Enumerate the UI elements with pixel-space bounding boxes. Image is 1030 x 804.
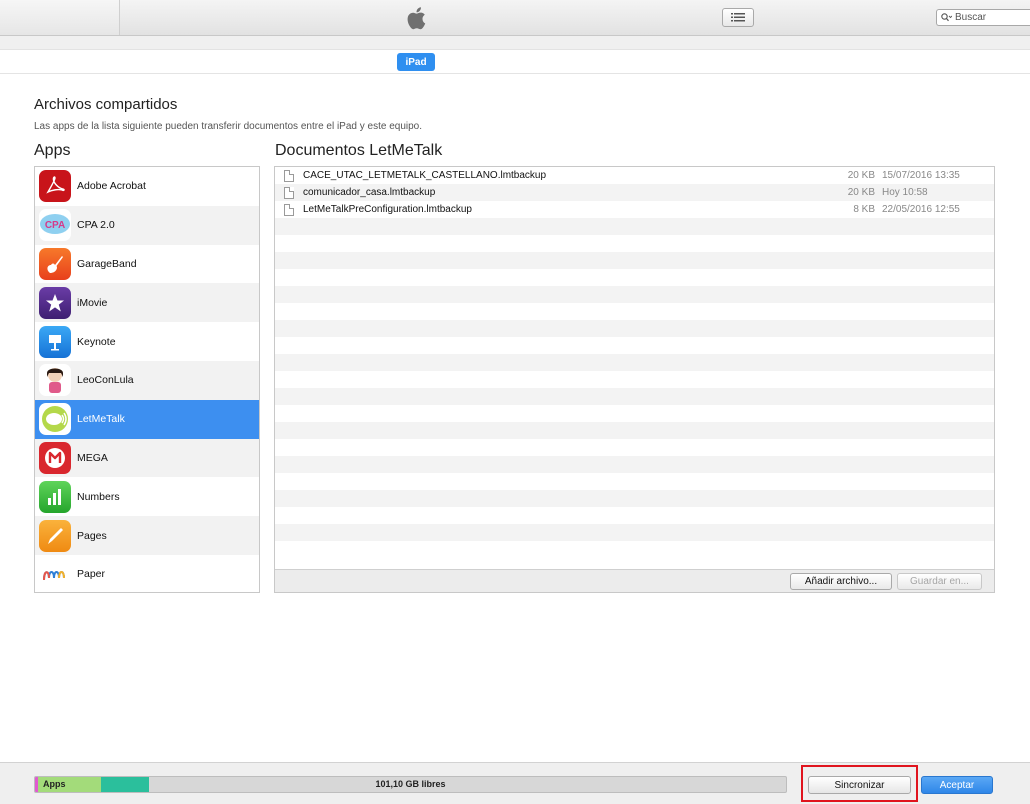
keynote-icon [39, 325, 71, 358]
numbers-icon [39, 480, 71, 513]
empty-row [275, 235, 994, 252]
list-view-button[interactable] [722, 8, 754, 27]
documents-footer: Añadir archivo... Guardar en... [275, 569, 994, 592]
empty-row [275, 507, 994, 524]
document-row[interactable]: CACE_UTAC_LETMETALK_CASTELLANO.lmtbackup… [275, 167, 994, 184]
search-field[interactable]: Buscar [936, 9, 1030, 26]
app-label: Paper [77, 568, 106, 581]
documents-list: CACE_UTAC_LETMETALK_CASTELLANO.lmtbackup… [275, 167, 994, 571]
app-label: LetMeTalk [77, 413, 125, 426]
documents-panel: CACE_UTAC_LETMETALK_CASTELLANO.lmtbackup… [274, 166, 995, 593]
empty-row [275, 354, 994, 371]
imovie-icon [39, 286, 71, 319]
app-item-adobe-acrobat[interactable]: Adobe Acrobat [35, 167, 259, 206]
document-date: Hoy 10:58 [882, 187, 928, 198]
app-label: CPA 2.0 [77, 219, 115, 232]
add-file-button[interactable]: Añadir archivo... [790, 573, 892, 590]
empty-row [275, 286, 994, 303]
empty-row [275, 303, 994, 320]
app-item-keynote[interactable]: Keynote [35, 322, 259, 361]
cpa-icon: CPA [39, 209, 71, 242]
app-list: Adobe Acrobat CPA CPA 2.0 GarageBand iMo… [34, 166, 260, 593]
adobe-acrobat-icon [39, 170, 71, 203]
empty-row [275, 473, 994, 490]
file-icon [284, 203, 294, 216]
app-item-imovie[interactable]: iMovie [35, 283, 259, 323]
apple-logo-icon [407, 7, 426, 30]
page-subtitle: Las apps de la lista siguiente pueden tr… [34, 121, 423, 132]
document-size: 8 KB [853, 204, 875, 215]
leoconlula-icon [39, 364, 71, 397]
app-label: LeoConLula [77, 374, 134, 387]
mega-icon [39, 441, 71, 474]
empty-row [275, 524, 994, 541]
document-date: 15/07/2016 13:35 [882, 170, 960, 181]
sync-button[interactable]: Sincronizar [808, 776, 911, 794]
empty-row [275, 269, 994, 286]
app-label: Keynote [77, 335, 116, 348]
empty-row [275, 456, 994, 473]
document-name: CACE_UTAC_LETMETALK_CASTELLANO.lmtbackup [303, 170, 547, 181]
app-label: MEGA [77, 451, 108, 464]
paper-icon [39, 558, 71, 591]
empty-row [275, 388, 994, 405]
empty-row [275, 490, 994, 507]
document-row[interactable]: comunicador_casa.lmtbackup 20 KB Hoy 10:… [275, 184, 994, 201]
app-item-numbers[interactable]: Numbers [35, 477, 259, 516]
app-item-pages[interactable]: Pages [35, 516, 259, 555]
documents-heading: Documentos LetMeTalk [275, 142, 443, 159]
empty-row [275, 371, 994, 388]
empty-row [275, 337, 994, 354]
app-label: GarageBand [77, 257, 137, 270]
app-item-letmetalk[interactable]: LetMeTalk [35, 399, 259, 439]
app-item-paper[interactable]: Paper [35, 555, 259, 592]
document-row[interactable]: LetMeTalkPreConfiguration.lmtbackup 8 KB… [275, 201, 994, 218]
empty-row [275, 439, 994, 456]
file-icon [284, 169, 294, 182]
search-icon [941, 13, 952, 22]
pages-icon [39, 519, 71, 552]
page-title: Archivos compartidos [34, 96, 178, 113]
accept-button[interactable]: Aceptar [921, 776, 993, 794]
empty-row [275, 541, 994, 558]
storage-bar: Apps 101,10 GB libres [34, 776, 787, 793]
empty-row [275, 252, 994, 269]
device-row: iPad [0, 50, 1030, 74]
document-name: comunicador_casa.lmtbackup [303, 187, 436, 198]
document-size: 20 KB [847, 187, 875, 198]
app-label: Adobe Acrobat [77, 180, 146, 193]
list-icon [731, 13, 745, 22]
app-item-garageband[interactable]: GarageBand [35, 245, 259, 284]
subbar [0, 36, 1030, 50]
empty-row [275, 405, 994, 422]
save-to-button[interactable]: Guardar en... [897, 573, 982, 590]
bottom-bar: Apps 101,10 GB libres Sincronizar Acepta… [0, 762, 1030, 804]
device-tab-ipad[interactable]: iPad [397, 53, 435, 71]
document-name: LetMeTalkPreConfiguration.lmtbackup [303, 204, 472, 215]
app-item-cpa[interactable]: CPA CPA 2.0 [35, 205, 259, 245]
toolbar: Buscar [0, 0, 1030, 36]
svg-text:CPA: CPA [45, 220, 65, 231]
app-item-mega[interactable]: MEGA [35, 438, 259, 478]
empty-row [275, 422, 994, 439]
storage-free-label: 101,10 GB libres [375, 779, 446, 789]
garageband-icon [39, 247, 71, 280]
app-label: Pages [77, 529, 107, 542]
apps-heading: Apps [34, 142, 71, 159]
letmetalk-icon [39, 403, 71, 436]
search-placeholder: Buscar [955, 12, 987, 23]
file-icon [284, 186, 294, 199]
toolbar-playback-area [0, 0, 120, 35]
empty-row [275, 218, 994, 235]
document-date: 22/05/2016 12:55 [882, 204, 960, 215]
document-size: 20 KB [847, 170, 875, 181]
empty-row [275, 320, 994, 337]
app-item-leoconlula[interactable]: LeoConLula [35, 360, 259, 400]
app-label: Numbers [77, 490, 120, 503]
app-label: iMovie [77, 296, 108, 309]
